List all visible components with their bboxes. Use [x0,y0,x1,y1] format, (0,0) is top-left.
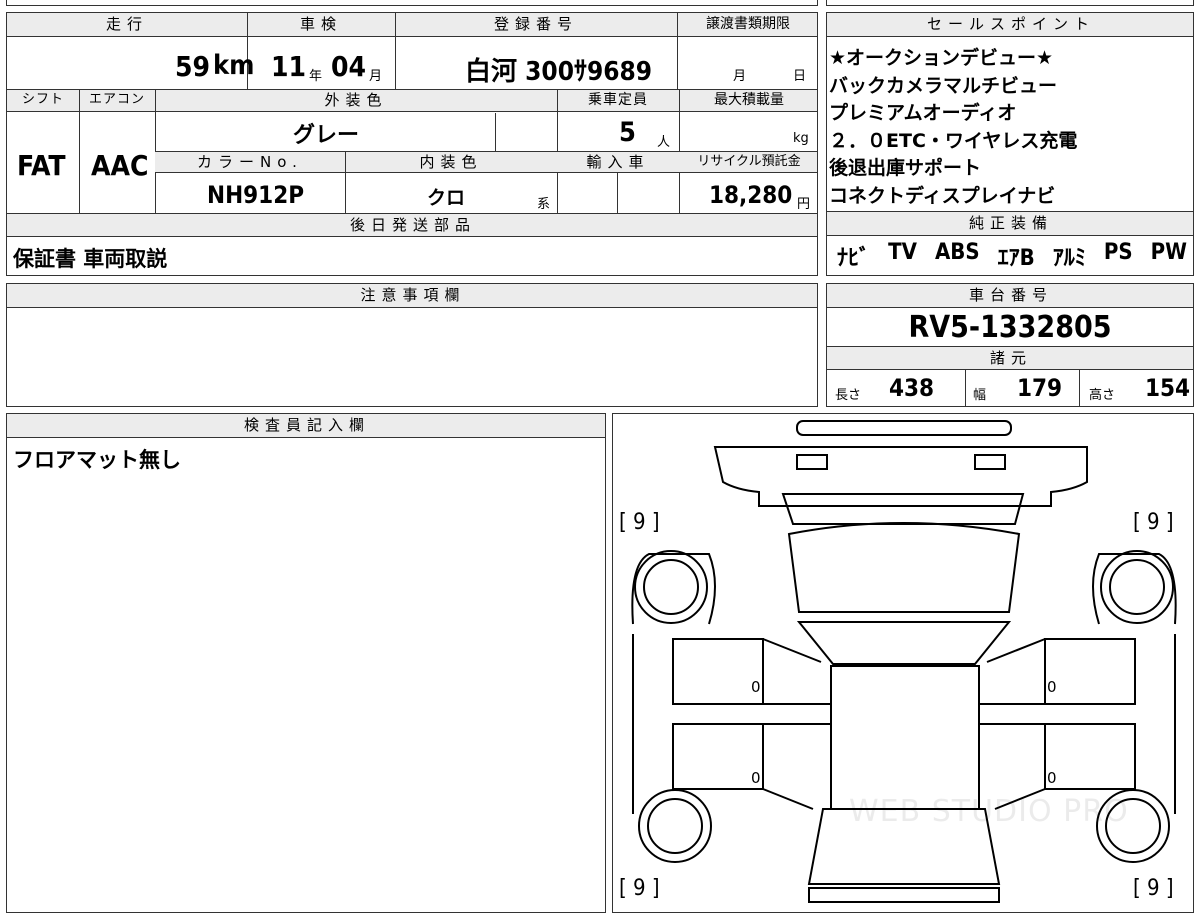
recycle-unit: 円 [797,197,811,212]
specs-header: 諸元 [827,346,1193,370]
equipment-item: PS [1103,240,1133,265]
ac-header: エアコン [79,90,155,112]
sales-point-line: コネクトディスプレイナビ [829,184,1056,207]
equipment-item: ﾅﾋﾞ [837,246,871,271]
chassis-box: 車台番号 RV5-1332805 諸元 長さ 438 幅 179 高さ 154 [826,283,1194,407]
tire-rear-left [638,789,712,863]
inspection-year: 11 [271,50,307,83]
height-label: 高さ [1089,388,1116,403]
equipment-item: ｱﾙﾐ [1052,246,1086,271]
mileage-header: 走行 [7,13,247,37]
registration-value: 白河 300ｻ9689 [465,57,653,87]
tire-front-right-inner [1109,559,1165,615]
later-parts-value: 保証書 車両取説 [13,247,168,271]
inspector-box: 検査員記入欄 フロアマット無し [6,413,606,913]
load-unit: kg [793,131,809,146]
windshield-top [781,493,1025,525]
tire-mark: [ 9 ] [1133,510,1174,535]
chassis-header: 車台番号 [827,284,1193,308]
ac-value: AAC [91,149,149,182]
watermark: WEB STUDIO PRO [849,794,1129,829]
equipment-item: ｴｱB [997,246,1035,271]
sales-point-line: ★オークションデビュー★ [829,47,1054,69]
interior-suffix: 系 [537,197,551,212]
inspector-value: フロアマット無し [13,448,181,472]
front-bumper [796,420,1012,436]
exterior-header: 外装色 [155,90,557,112]
later-parts-header: 後日発送部品 [7,213,817,237]
panel-mark: 0 [1047,678,1057,696]
registration-header: 登録番号 [395,13,677,37]
sales-point-line: ２．０ETC・ワイヤレス充電 [829,129,1078,152]
capacity-header: 乗車定員 [557,90,679,112]
tire-mark: [ 9 ] [619,510,660,535]
windshield [787,522,1021,613]
width-label: 幅 [973,388,987,403]
grille [796,454,828,470]
capacity-unit: 人 [657,135,671,150]
tire-front-left-inner [643,559,699,615]
sales-point-line: 後退出庫サポート [829,157,982,179]
tire-mark: [ 9 ] [619,876,660,901]
colorno-header: カラーNo. [155,151,345,173]
chassis-number: RV5-1332805 [908,310,1112,345]
top-sliver [6,0,818,6]
sales-point-line: バックカメラマルチビュー [829,74,1058,97]
length-value: 438 [889,374,935,402]
load-header: 最大積載量 [679,90,817,112]
transfer-header: 譲渡書類期限 [677,13,817,37]
exterior-value: グレー [293,123,360,148]
interior-header: 内装色 [345,151,557,173]
genuine-equipment-box: 純正装備 ﾅﾋﾞ TV ABS ｴｱB ｱﾙﾐ PS PW [826,212,1194,276]
sales-point-line: プレミアムオーディオ [829,102,1017,124]
interior-value: クロ [427,187,466,209]
panel-mark: 0 [751,678,761,696]
equipment-item: PW [1150,240,1187,265]
inspector-header: 検査員記入欄 [7,414,605,438]
recycle-header: リサイクル預託金 [679,151,817,173]
panel-mark: 0 [1047,769,1057,787]
month-unit: 月 [369,69,383,84]
car-diagram [631,420,1177,903]
equipment-item: TV [888,240,917,265]
tire-rear-left-inner [647,798,703,854]
transfer-day-unit: 日 [793,69,807,84]
top-sliver-right [826,0,1194,6]
vehicle-info-table: 走行 車検 登録番号 譲渡書類期限 59 km 11 年 04 月 白河 300… [6,12,818,276]
recycle-value: 18,280 [709,181,793,209]
year-unit: 年 [309,69,323,84]
tire-front-right [1100,550,1174,624]
tire-mark: [ 9 ] [1133,876,1174,901]
sales-points-box: セールスポイント ★オークションデビュー★ バックカメラマルチビュー プレミアム… [826,12,1194,212]
length-label: 長さ [835,388,862,403]
height-value: 154 [1145,374,1191,402]
width-value: 179 [1017,374,1063,402]
shift-header: シフト [7,90,79,112]
transfer-month-unit: 月 [733,69,747,84]
equipment-item: ABS [934,240,980,265]
panel-mark: 0 [751,769,761,787]
mileage-value: 59 [175,50,211,83]
grille [974,454,1006,470]
notes-box: 注意事項欄 [6,283,818,407]
car-diagram-box: [ 9 ] [ 9 ] [ 9 ] [ 9 ] 0 0 0 0 WEB STUD… [612,413,1194,913]
inspection-header: 車検 [247,13,395,37]
left-panel-lines [762,638,831,810]
right-panel-lines [979,638,1046,810]
tire-front-left [634,550,708,624]
import-header: 輸入車 [557,151,679,173]
capacity-value: 5 [619,117,636,148]
mileage-unit: km [213,50,255,81]
inspection-month: 04 [331,50,367,83]
genuine-equipment-header: 純正装備 [827,212,1193,236]
notes-header: 注意事項欄 [7,284,817,308]
colorno-value: NH912P [207,181,305,209]
roof-front [796,621,1012,665]
roof [830,665,980,810]
shift-value: FAT [17,149,66,182]
hood-outline [713,446,1088,507]
sales-points-header: セールスポイント [827,13,1193,37]
